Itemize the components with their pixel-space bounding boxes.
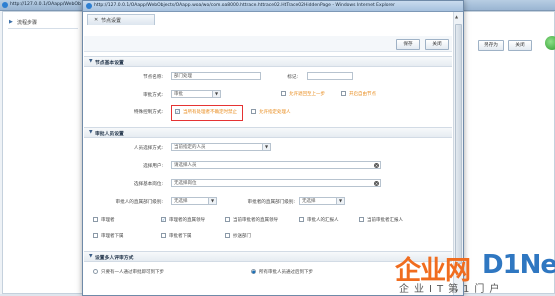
background-close-button[interactable]: 关闭 (508, 40, 532, 51)
clear-icon[interactable]: × (374, 163, 379, 168)
watermark-brand-en: D1Net (482, 250, 555, 280)
approver-dept-value: 无选择 (302, 199, 316, 204)
section-approver-title: 审批人员设置 (95, 132, 124, 137)
person-mode-value: 当前指定的人员 (174, 145, 206, 150)
select-user-label: 选择用户: (143, 164, 163, 169)
reviewer-label: 审理者 (101, 218, 115, 223)
status-orb-icon (545, 36, 555, 50)
checkbox-current-leader[interactable] (225, 217, 230, 222)
dialog-toolbar: 保存 关闭 (84, 36, 452, 52)
node-name-input[interactable]: 部门处理 (171, 72, 261, 80)
all-label: 所有审批人员通过后到下步 (259, 270, 313, 275)
approver-dept-label: 审批者的直属部门级别: (247, 200, 296, 205)
special-control-label: 特殊控制方式: (133, 110, 163, 115)
dialog-window-title: http://127.0.0.1/OAapp/WebObjects/OAapp.… (94, 3, 395, 8)
section-basic-title: 节点基本设置 (95, 61, 124, 66)
section-basic-settings[interactable]: ▼ 节点基本设置 (84, 56, 452, 67)
allow-back-label: 允许退回至上一步 (289, 92, 325, 97)
enable-countersign-label: 允许指定处理人 (259, 110, 291, 115)
approve-mode-select[interactable]: 审批 ▼ (171, 90, 221, 98)
dropdown-arrow-icon: ▼ (212, 91, 220, 97)
allow-free-jump-checkbox[interactable] (341, 91, 346, 96)
approver-dept-select[interactable]: 无选择 ▼ (299, 197, 345, 205)
dialog-title-bar: http://127.0.0.1/OAapp/WebObjects/OAapp.… (83, 1, 463, 12)
clear-icon[interactable]: × (374, 181, 379, 186)
enable-countersign-checkbox[interactable] (251, 109, 256, 114)
reviewer-subordinate-label: 审理者下属 (101, 234, 124, 239)
reviewer-leader-label: 审理者的直属领导 (169, 218, 205, 223)
checkbox-approver-reporter[interactable] (299, 217, 304, 222)
same-dept-label: 审批人的直属部门级别: (115, 200, 164, 205)
approve-mode-value: 审批 (174, 92, 183, 97)
select-post-placeholder: 无选择岗位 (174, 181, 197, 186)
allow-free-jump-label: 开启自由节点 (349, 92, 376, 97)
save-button[interactable]: 保存 (396, 39, 420, 50)
cc-dept-label: 抄送部门 (233, 234, 251, 239)
approver-subordinate-label: 审批者下属 (169, 234, 192, 239)
select-user-placeholder: 请选择人员 (174, 163, 197, 168)
checkbox-reviewer-subordinate[interactable] (93, 233, 98, 238)
collapse-chevron-icon: ▼ (89, 129, 93, 135)
save-as-button[interactable]: 另存为 (478, 40, 504, 51)
mark-input[interactable] (307, 72, 353, 80)
checkbox-cc-dept[interactable] (225, 233, 230, 238)
checkbox-approver-subordinate[interactable] (161, 233, 166, 238)
select-post-input[interactable]: 无选择岗位 × (171, 179, 381, 187)
collapse-chevron-icon: ▼ (89, 58, 93, 64)
dropdown-arrow-icon: ▼ (262, 144, 270, 150)
checkbox-reviewer-leader[interactable]: ✓ (161, 217, 166, 222)
select-post-label: 选择基本岗位: (133, 182, 163, 187)
checkbox-reviewer[interactable] (93, 217, 98, 222)
select-user-input[interactable]: 请选择人员 × (171, 161, 381, 169)
node-name-label: 节点名称: (143, 75, 163, 80)
close-tab-icon[interactable]: ✕ (94, 17, 98, 23)
current-reporter-label: 当前审批者汇报人 (367, 218, 403, 223)
allow-back-checkbox[interactable] (281, 91, 286, 96)
approve-mode-label: 审批方式: (143, 93, 163, 98)
person-mode-select[interactable]: 当前指定的人员 ▼ (171, 143, 271, 151)
current-leader-label: 当前审批者的直属领导 (233, 218, 278, 223)
same-dept-value: 无选择 (174, 199, 188, 204)
any-one-label: 只要有一人通过审批即可到下步 (101, 270, 164, 275)
cannot-skip-checkbox[interactable]: ✓ (175, 109, 180, 114)
section-multi-title: 设置多人评审方式 (95, 256, 134, 261)
close-button[interactable]: 关闭 (425, 39, 449, 50)
cannot-skip-label: 当所有处理者不确定时禁止 (183, 110, 237, 115)
flow-steps-header[interactable]: ▶ 流程步骤 (8, 16, 78, 29)
radio-any-one[interactable] (93, 269, 98, 274)
radio-all[interactable]: ● (251, 269, 256, 274)
mark-label: 标记: (287, 75, 298, 80)
approver-reporter-label: 审批人的汇报人 (307, 218, 339, 223)
flow-steps-label: 流程步骤 (17, 20, 38, 26)
same-dept-select[interactable]: 无选择 ▼ (171, 197, 217, 205)
person-mode-label: 人员选择方式: (133, 146, 163, 151)
ie-icon (2, 2, 8, 8)
tab-node-settings[interactable]: ✕ 节点设置 (87, 14, 155, 25)
dropdown-arrow-icon: ▼ (336, 198, 344, 204)
watermark-slogan: 企业IT第1门户 (399, 284, 505, 295)
background-window-title: http://127.0.0.1/OAapp/WebOb (10, 2, 81, 7)
ie-icon (86, 3, 92, 9)
dropdown-arrow-icon: ▼ (208, 198, 216, 204)
watermark: 企业网 D1Net 企业IT第1门户 (395, 250, 555, 295)
scroll-up-icon[interactable]: ▲ (455, 14, 458, 19)
tab-label: 节点设置 (101, 18, 122, 25)
expand-arrow-icon: ▶ (9, 19, 13, 25)
section-approver-settings[interactable]: ▼ 审批人员设置 (84, 127, 452, 138)
scroll-thumb[interactable] (455, 24, 462, 264)
checkbox-current-reporter[interactable] (359, 217, 364, 222)
collapse-chevron-icon: ▼ (89, 253, 93, 259)
